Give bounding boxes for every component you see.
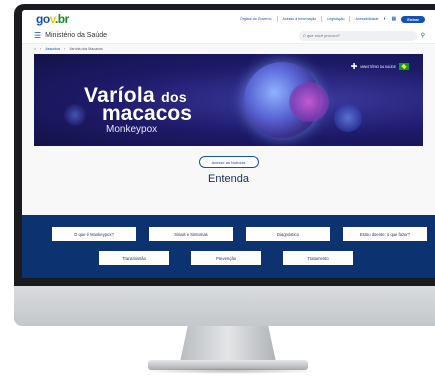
link-acesso-informacao[interactable]: Acesso à Informação <box>283 17 317 21</box>
ministry-header: ☰ Ministério da Saúde ⚲ <box>22 28 435 44</box>
ministry-logo: ✚ MINISTÉRIO DA SAÚDE <box>351 62 409 71</box>
divider <box>276 16 278 22</box>
topic-button[interactable]: O que é Monkeypox? <box>52 227 136 241</box>
divider <box>349 16 351 22</box>
logo-part-br: .br <box>54 12 69 26</box>
ministry-label: MINISTÉRIO DA SAÚDE <box>360 64 396 69</box>
site-title[interactable]: Ministério da Saúde <box>45 32 107 39</box>
topic-button[interactable]: Sinais e Sintomas <box>149 227 233 241</box>
link-legislacao[interactable]: Legislação <box>327 17 344 21</box>
banner-title-line2: macacos <box>102 102 192 125</box>
virus-illustration <box>64 104 86 126</box>
news-button[interactable]: Acesse as Notícias <box>198 156 259 168</box>
link-orgaos[interactable]: Órgãos do Governo <box>240 17 272 21</box>
topic-button[interactable]: Tratamento <box>283 251 353 265</box>
topic-button[interactable]: Estou doente: o que fazer? <box>343 227 427 241</box>
monitor-shadow <box>140 368 320 374</box>
banner-subtitle: Monkeypox <box>106 124 158 135</box>
plus-icon: ✚ <box>350 62 358 71</box>
topic-button[interactable]: Transmissão <box>99 251 169 265</box>
virus-illustration <box>334 104 362 132</box>
breadcrumb: ⌂ › Assuntos › Varíola dos Macacos <box>22 44 435 54</box>
topic-button[interactable]: Prevenção <box>191 251 261 265</box>
contrast-icon[interactable]: ◐ <box>383 16 386 22</box>
gov-header: gov.br Órgãos do Governo Acesso à Inform… <box>22 10 435 28</box>
monitor-mockup: gov.br Órgãos do Governo Acesso à Inform… <box>0 0 435 378</box>
topic-button[interactable]: Diagnóstico <box>246 227 330 241</box>
search-box <box>298 30 417 41</box>
chevron-right-icon: › <box>40 47 42 51</box>
search-input[interactable] <box>302 33 413 38</box>
divider <box>321 16 323 22</box>
topics-row: Transmissão Prevenção Tratamento <box>99 251 353 265</box>
monitor-stand-neck <box>180 326 276 362</box>
govbr-logo[interactable]: gov.br <box>36 12 69 26</box>
menu-icon[interactable]: ☰ <box>34 31 41 40</box>
apps-icon[interactable]: ▦ <box>391 16 396 22</box>
monitor-chin <box>14 286 435 326</box>
gov-links: Órgãos do Governo Acesso à Informação Le… <box>240 15 425 23</box>
hero-banner: Varíola dos macacos Monkeypox ✚ MINISTÉR… <box>34 54 423 146</box>
link-acessibilidade[interactable]: Acessibilidade <box>355 17 378 21</box>
virus-illustration <box>289 82 329 122</box>
topics-section: O que é Monkeypox? Sinais e Sintomas Dia… <box>22 215 435 278</box>
breadcrumb-current: Varíola dos Macacos <box>69 47 103 51</box>
topics-row: O que é Monkeypox? Sinais e Sintomas Dia… <box>52 227 427 241</box>
chevron-right-icon: › <box>64 47 66 51</box>
section-title: Entenda <box>208 173 249 185</box>
screen: gov.br Órgãos do Governo Acesso à Inform… <box>22 10 435 278</box>
signin-button[interactable]: Entrar <box>401 15 425 23</box>
brazil-flag-icon <box>399 63 409 70</box>
logo-part-go: go <box>36 12 50 26</box>
home-icon[interactable]: ⌂ <box>34 47 36 51</box>
search-icon[interactable]: ⚲ <box>421 32 425 39</box>
breadcrumb-assuntos[interactable]: Assuntos <box>45 47 60 51</box>
